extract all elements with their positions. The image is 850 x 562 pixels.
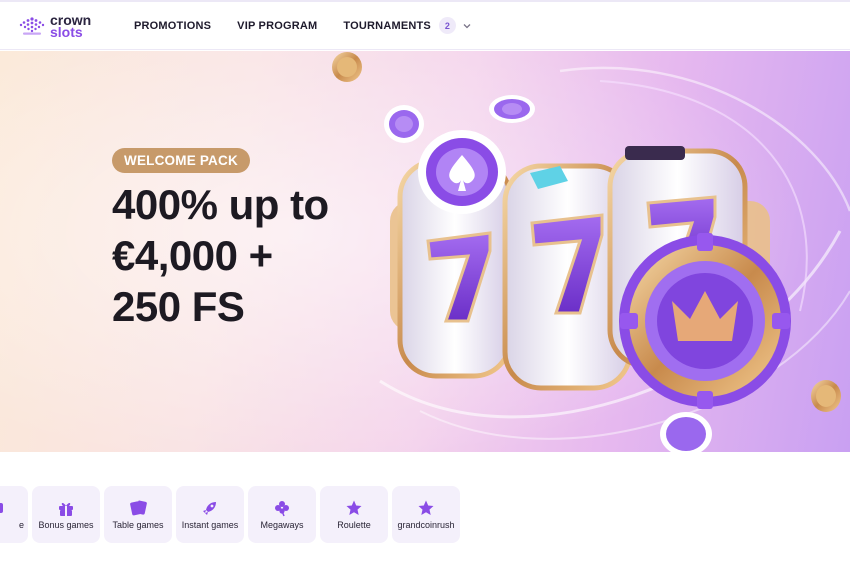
brand-name-line2: slots bbox=[50, 23, 83, 40]
page: crown slots PROMOTIONS VIP PROGRAM TOURN… bbox=[0, 0, 850, 562]
nav-promotions-label: PROMOTIONS bbox=[134, 19, 212, 32]
category-tile-partial[interactable]: e bbox=[0, 486, 28, 543]
tournaments-count-badge: 2 bbox=[438, 17, 456, 34]
hero-banner[interactable]: WELCOME PACK 400% up to €4,000 + 250 FS bbox=[0, 51, 850, 452]
star-icon bbox=[346, 500, 362, 515]
small-chip-3 bbox=[660, 412, 712, 452]
category-tile-instant-games[interactable]: Instant games bbox=[176, 486, 244, 543]
crown-logo-icon bbox=[19, 16, 45, 35]
chevron-down-icon[interactable] bbox=[461, 20, 473, 32]
category-label: Instant games bbox=[181, 519, 239, 530]
small-chip-1 bbox=[384, 105, 424, 143]
rocket-icon bbox=[203, 501, 216, 515]
spade-chip bbox=[418, 130, 506, 214]
nav-tournaments-label: TOURNAMENTS bbox=[343, 19, 431, 32]
category-label: e bbox=[18, 519, 24, 530]
small-chip-2 bbox=[489, 95, 535, 123]
category-label: Megaways bbox=[260, 519, 304, 530]
brand-logo[interactable]: crown slots bbox=[18, 13, 116, 40]
gold-coin-top bbox=[332, 52, 362, 82]
nav-promotions[interactable]: PROMOTIONS bbox=[134, 20, 211, 32]
category-tile-roulette[interactable]: Roulette bbox=[320, 486, 388, 543]
nav-vip-label: VIP PROGRAM bbox=[237, 19, 318, 32]
top-nav-bar: crown slots PROMOTIONS VIP PROGRAM TOURN… bbox=[0, 0, 850, 50]
gift-icon bbox=[59, 502, 73, 516]
category-label: grandcoinrush bbox=[397, 519, 455, 530]
category-strip: e Bonus games Table games Instant games … bbox=[0, 486, 850, 543]
gold-coin-right bbox=[811, 380, 841, 412]
star-icon bbox=[418, 500, 434, 515]
category-label: Bonus games bbox=[38, 519, 94, 530]
category-label: Table games bbox=[112, 519, 164, 530]
cards-icon bbox=[130, 500, 147, 515]
category-tile-megaways[interactable]: Megaways bbox=[248, 486, 316, 543]
category-tile-grandcoinrush[interactable]: grandcoinrush bbox=[392, 486, 460, 543]
partial-icon bbox=[0, 502, 3, 513]
category-tile-bonus-games[interactable]: Bonus games bbox=[32, 486, 100, 543]
category-label: Roulette bbox=[337, 519, 371, 530]
nav-vip-program[interactable]: VIP PROGRAM bbox=[237, 20, 317, 32]
slot-machine-illustration bbox=[332, 52, 841, 452]
category-tile-table-games[interactable]: Table games bbox=[104, 486, 172, 543]
clover-icon bbox=[275, 500, 289, 516]
nav-tournaments[interactable]: TOURNAMENTS 2 bbox=[343, 17, 473, 34]
